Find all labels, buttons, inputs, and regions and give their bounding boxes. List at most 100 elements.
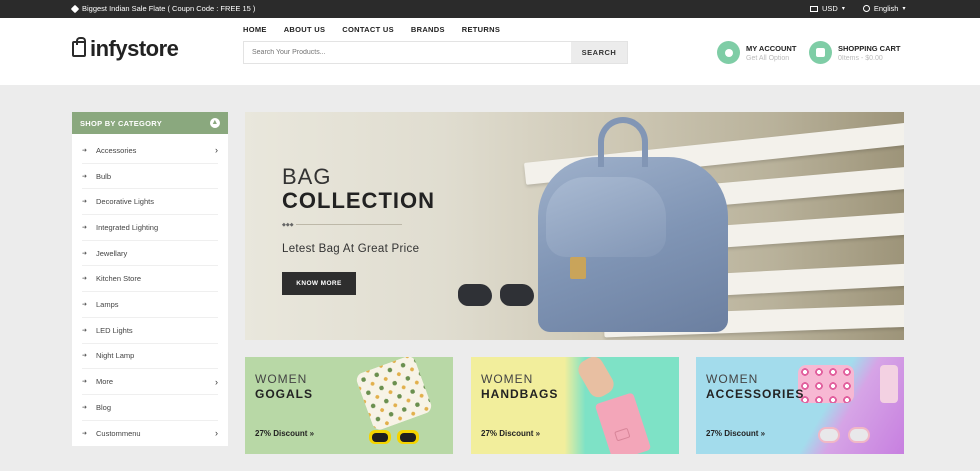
category-item-night-lamp[interactable]: ➜ Night Lamp: [82, 344, 218, 370]
search-bar: SEARCH: [243, 41, 628, 64]
card-line2: HANDBAGS: [481, 387, 559, 401]
promo-card-accessories[interactable]: WOMEN ACCESSORIES 27% Discount »: [696, 357, 904, 454]
banner-divider: [282, 224, 402, 225]
chevron-up-icon[interactable]: ▲: [210, 118, 220, 128]
chevron-right-icon: ›: [215, 145, 218, 156]
category-label: Custommenu: [96, 428, 141, 438]
backpack-image: [538, 117, 728, 332]
site-header: infystore HOME ABOUT US CONTACT US BRAND…: [0, 18, 980, 85]
chevron-right-icon: ›: [215, 428, 218, 439]
category-label: Kitchen Store: [96, 274, 142, 284]
category-item-bulb[interactable]: ➜ Bulb: [82, 164, 218, 190]
language-selector[interactable]: English ▾: [862, 4, 906, 13]
diamond-divider-icon: ◆◆◆: [282, 222, 296, 228]
banner-subtitle: Letest Bag At Great Price: [282, 243, 420, 255]
bottle-image: [880, 365, 898, 403]
category-label: Night Lamp: [96, 351, 135, 361]
nav-about-us[interactable]: ABOUT US: [284, 25, 326, 34]
category-label: Integrated Lighting: [96, 222, 159, 232]
cart-summary: 0Items - $0.00: [838, 54, 883, 62]
category-title: SHOP BY CATEGORY: [80, 118, 163, 128]
category-label: Lamps: [96, 299, 119, 309]
category-item-accessories[interactable]: ➜ Accessories ›: [82, 138, 218, 164]
category-label: LED Lights: [96, 325, 133, 335]
arrow-right-icon: ➜: [82, 276, 88, 283]
pink-wallet-image: [594, 392, 652, 454]
account-subtitle: Get All Option: [746, 54, 790, 62]
shopping-cart[interactable]: SHOPPING CART 0Items - $0.00: [809, 41, 901, 64]
category-item-jewellary[interactable]: ➜ Jewellary: [82, 241, 218, 267]
arrow-right-icon: ➜: [82, 327, 88, 334]
nav-contact-us[interactable]: CONTACT US: [342, 25, 394, 34]
card-discount-link[interactable]: 27% Discount »: [255, 429, 314, 438]
main-nav: HOME ABOUT US CONTACT US BRANDS RETURNS: [243, 25, 500, 34]
arrow-right-icon: ➜: [82, 404, 88, 411]
nav-brands[interactable]: BRANDS: [411, 25, 445, 34]
category-sidebar: SHOP BY CATEGORY ▲ ➜ Accessories › ➜ Bulb ➜…: [72, 112, 228, 447]
cart-title: SHOPPING CART: [838, 43, 901, 53]
user-icon: [717, 41, 740, 64]
promo-banner: Biggest Indian Sale Flate ( Coupn Code :…: [70, 4, 256, 13]
shopping-bag-icon: [72, 37, 86, 57]
category-label: Decorative Lights: [96, 197, 154, 207]
pineapple-pouch-image: [354, 357, 434, 432]
arrow-right-icon: ➜: [82, 301, 88, 308]
tag-icon: [70, 4, 80, 13]
category-header[interactable]: SHOP BY CATEGORY ▲: [72, 112, 228, 134]
category-item-blog[interactable]: ➜ Blog: [82, 395, 218, 421]
globe-icon: [862, 5, 870, 12]
category-label: More: [96, 377, 114, 387]
know-more-button[interactable]: KNOW MORE: [282, 272, 356, 295]
category-item-led-lights[interactable]: ➜ LED Lights: [82, 318, 218, 344]
yellow-sunglasses-image: [369, 430, 421, 448]
chevron-right-icon: ›: [215, 376, 218, 387]
arrow-right-icon: ➜: [82, 199, 88, 206]
category-item-decorative-lights[interactable]: ➜ Decorative Lights: [82, 189, 218, 216]
category-item-integrated-lighting[interactable]: ➜ Integrated Lighting: [82, 215, 218, 241]
card-line1: WOMEN: [706, 372, 759, 386]
language-label: English: [873, 4, 899, 13]
arrow-right-icon: ➜: [82, 430, 88, 437]
currency-icon: [810, 5, 818, 12]
logo-text: infystore: [90, 36, 179, 61]
card-discount-link[interactable]: 27% Discount »: [481, 429, 540, 438]
card-line2: ACCESSORIES: [706, 387, 805, 401]
hand-image: [574, 357, 618, 401]
search-button[interactable]: SEARCH: [571, 42, 627, 63]
hero-banner: BAG COLLECTION ◆◆◆ Letest Bag At Great P…: [245, 112, 904, 340]
category-item-custommenu[interactable]: ➜ Custommenu ›: [82, 421, 218, 447]
card-line1: WOMEN: [255, 372, 308, 386]
category-label: Blog: [96, 402, 112, 412]
currency-selector[interactable]: USD ▾: [810, 4, 845, 13]
banner-title-line1: BAG: [282, 164, 332, 189]
banner-title-line2: COLLECTION: [282, 188, 435, 213]
promo-card-gogals[interactable]: WOMEN GOGALS 27% Discount »: [245, 357, 453, 454]
search-input[interactable]: [244, 42, 571, 63]
category-item-more[interactable]: ➜ More ›: [82, 369, 218, 395]
top-bar-settings: USD ▾ English ▾: [810, 4, 905, 13]
arrow-right-icon: ➜: [82, 353, 88, 360]
arrow-right-icon: ➜: [82, 250, 88, 257]
account-title: MY ACCOUNT: [746, 43, 797, 53]
card-discount-link[interactable]: 27% Discount »: [706, 429, 765, 438]
promo-card-handbags[interactable]: WOMEN HANDBAGS 27% Discount »: [471, 357, 679, 454]
pink-sunglasses-image: [818, 427, 874, 447]
nav-home[interactable]: HOME: [243, 25, 267, 34]
category-list: ➜ Accessories › ➜ Bulb ➜ Decorative Lights ➜…: [72, 134, 228, 446]
site-logo[interactable]: infystore: [72, 36, 179, 62]
arrow-right-icon: ➜: [82, 173, 88, 180]
category-item-kitchen-store[interactable]: ➜ Kitchen Store: [82, 266, 218, 293]
promo-text: Biggest Indian Sale Flate ( Coupn Code :…: [82, 4, 256, 13]
arrow-right-icon: ➜: [82, 379, 88, 386]
cart-icon: [809, 41, 832, 64]
category-label: Bulb: [96, 171, 112, 181]
top-bar: Biggest Indian Sale Flate ( Coupn Code :…: [0, 0, 980, 18]
category-label: Accessories: [96, 145, 137, 155]
nav-returns[interactable]: RETURNS: [462, 25, 500, 34]
donut-purse-image: [798, 365, 854, 403]
chevron-down-icon: ▾: [902, 6, 906, 12]
category-label: Jewellary: [96, 248, 128, 258]
arrow-right-icon: ➜: [82, 224, 88, 231]
category-item-lamps[interactable]: ➜ Lamps: [82, 292, 218, 318]
my-account[interactable]: MY ACCOUNT Get All Option: [717, 41, 796, 64]
